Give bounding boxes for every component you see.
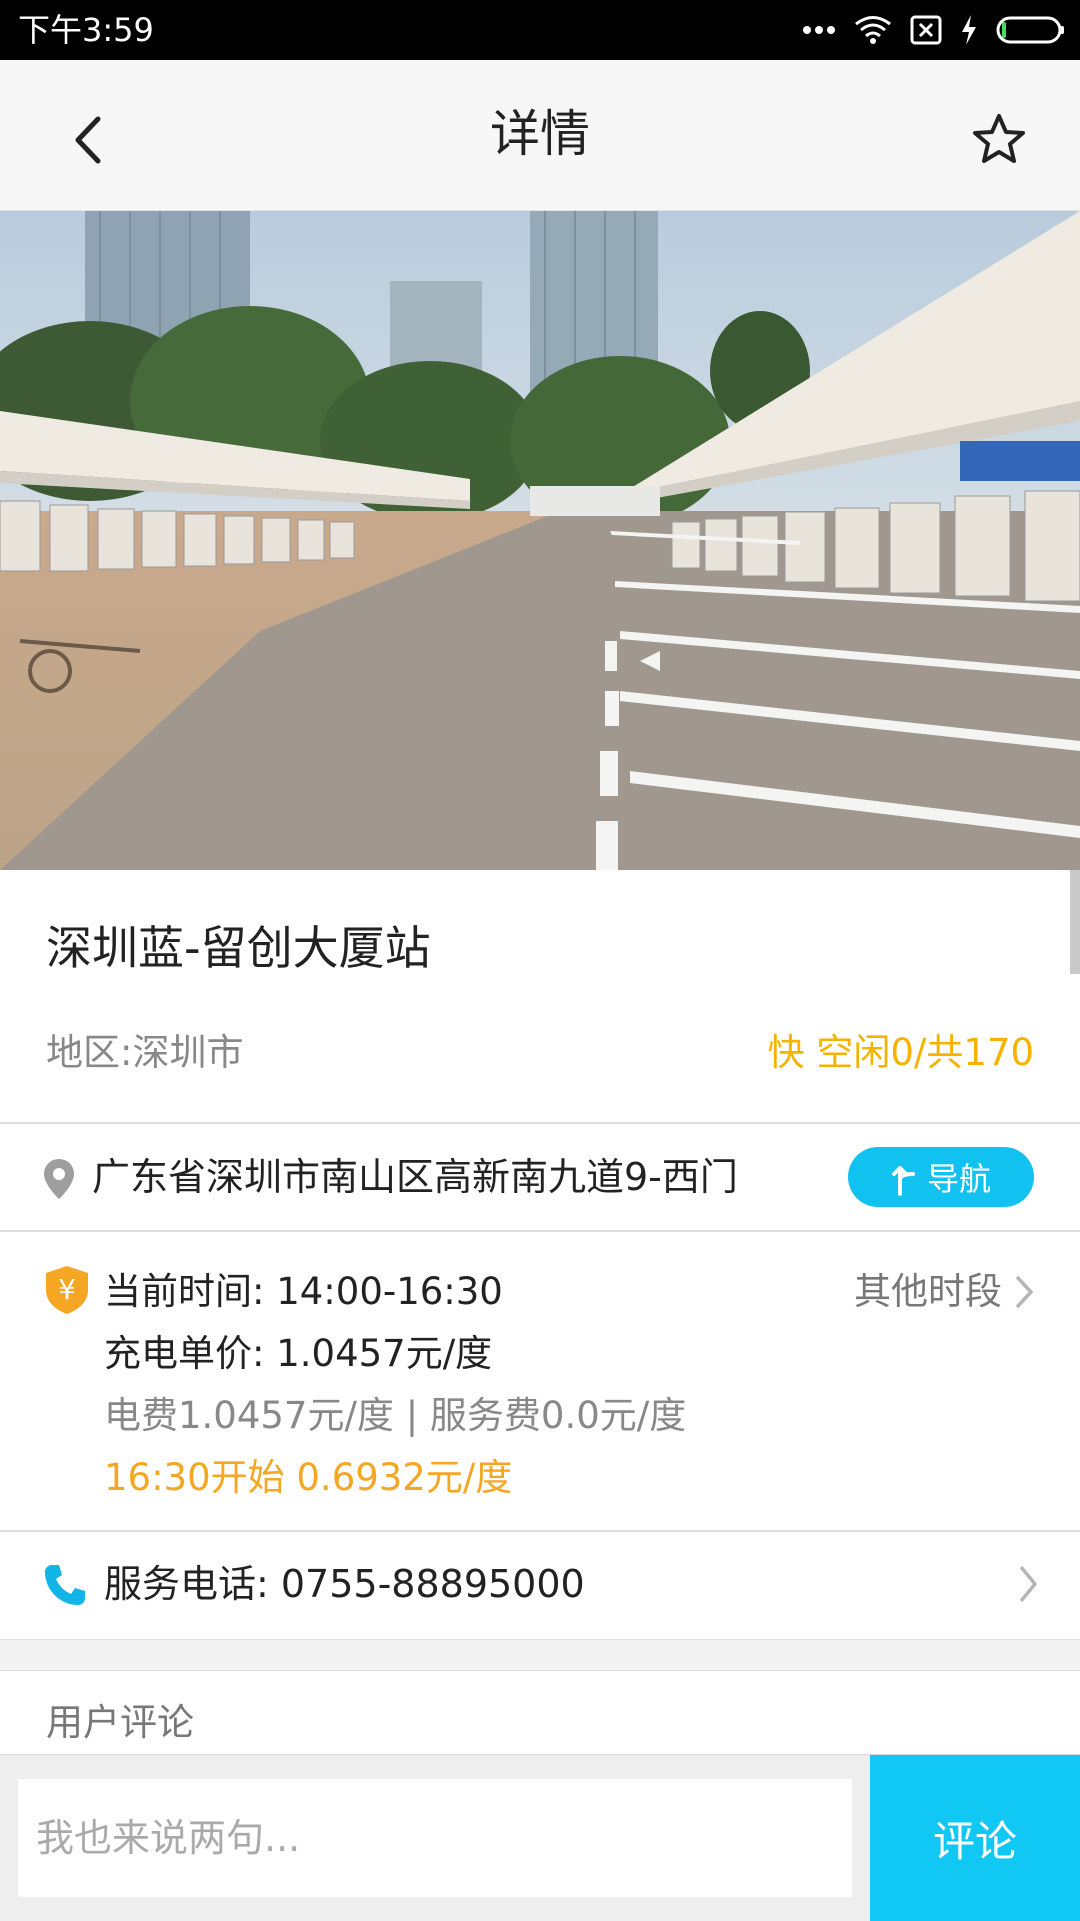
address-text: 广东省深圳市南山区高新南九道9-西门 bbox=[92, 1155, 738, 1199]
other-periods-link[interactable]: 其他时段 bbox=[854, 1268, 1034, 1316]
station-photo bbox=[0, 211, 1080, 870]
divider bbox=[0, 1122, 1080, 1124]
battery-icon bbox=[996, 16, 1064, 44]
navigation-arrow-icon bbox=[891, 1166, 915, 1196]
phone-icon bbox=[45, 1565, 85, 1605]
comment-submit-button[interactable]: 评论 bbox=[870, 1755, 1080, 1921]
no-sim-icon bbox=[910, 15, 942, 45]
charging-bolt-icon bbox=[962, 15, 976, 45]
more-dots-icon bbox=[803, 26, 835, 34]
section-gap bbox=[0, 1639, 1080, 1671]
service-phone-text: 服务电话: 0755-88895000 bbox=[104, 1562, 585, 1606]
other-periods-label: 其他时段 bbox=[854, 1270, 1002, 1313]
navigate-button[interactable]: 导航 bbox=[848, 1147, 1034, 1207]
scrollbar-thumb[interactable] bbox=[1070, 870, 1080, 974]
status-bar: 下午3:59 bbox=[0, 0, 1080, 60]
location-pin-icon bbox=[44, 1159, 74, 1199]
current-time-period: 当前时间: 14:00-16:30 bbox=[104, 1270, 503, 1313]
region-text: 地区:深圳市 bbox=[46, 1031, 244, 1074]
price-badge-symbol: ¥ bbox=[58, 1273, 76, 1306]
status-icons bbox=[802, 12, 1066, 48]
price-section: ¥ 当前时间: 14:00-16:30 其他时段 充电单价: 1.0457元/度… bbox=[0, 1232, 1080, 1530]
comments-heading: 用户评论 bbox=[46, 1701, 194, 1744]
comment-input[interactable] bbox=[18, 1779, 852, 1897]
service-phone-row[interactable]: 服务电话: 0755-88895000 bbox=[0, 1532, 1080, 1637]
fee-breakdown: 电费1.0457元/度 | 服务费0.0元/度 bbox=[104, 1394, 687, 1437]
chevron-right-icon bbox=[1019, 1565, 1038, 1603]
favorite-button[interactable] bbox=[962, 103, 1036, 177]
price-shield-icon: ¥ bbox=[46, 1266, 88, 1314]
station-name: 深圳蓝-留创大厦站 bbox=[46, 921, 431, 975]
star-icon bbox=[973, 114, 1025, 163]
availability-text: 快 空闲0/共170 bbox=[767, 1031, 1034, 1074]
title-bar: 详情 bbox=[0, 60, 1080, 211]
navigate-label: 导航 bbox=[926, 1160, 991, 1198]
chevron-right-icon bbox=[1015, 1275, 1034, 1309]
page-title: 详情 bbox=[490, 105, 590, 163]
comment-bar: 评论 bbox=[0, 1754, 1080, 1921]
next-period-price: 16:30开始 0.6932元/度 bbox=[104, 1456, 513, 1499]
wifi-icon bbox=[855, 16, 891, 44]
status-time: 下午3:59 bbox=[18, 11, 154, 49]
unit-price: 充电单价: 1.0457元/度 bbox=[104, 1332, 493, 1375]
address-row: 广东省深圳市南山区高新南九道9-西门 导航 bbox=[0, 1125, 1080, 1230]
